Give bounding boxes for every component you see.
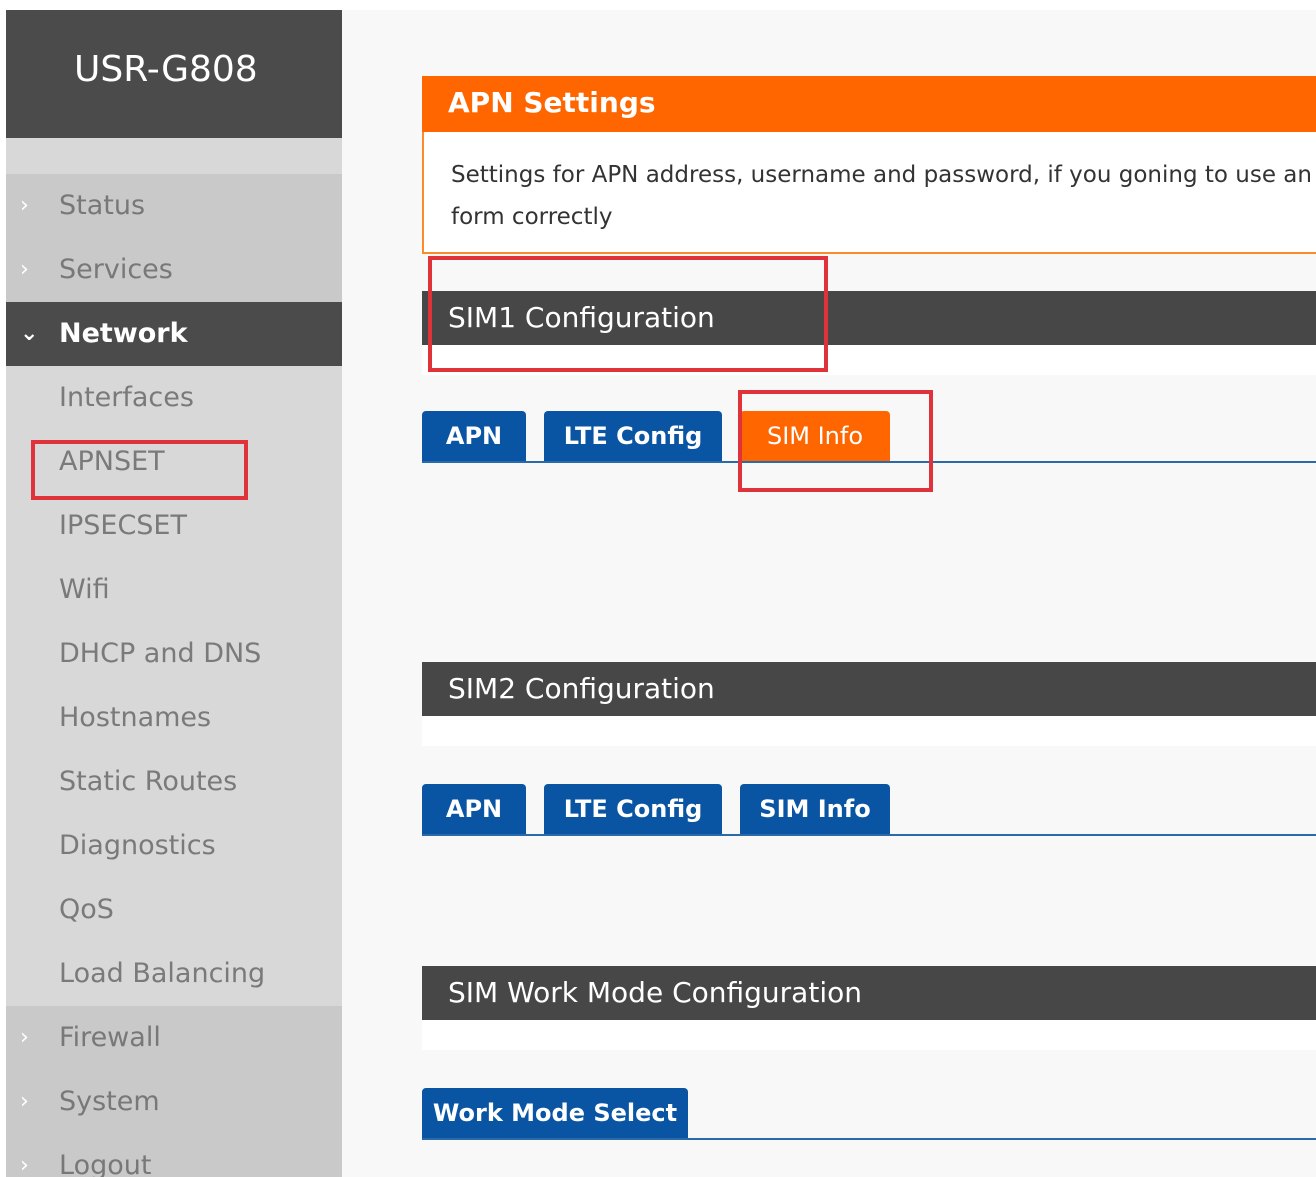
sim2-tab-sim-info[interactable]: SIM Info	[740, 784, 890, 834]
chevron-right-icon: ›	[20, 1025, 29, 1050]
sim1-tab-sim-info[interactable]: SIM Info	[740, 411, 890, 461]
nav-subitem-hostnames[interactable]: Hostnames	[6, 686, 342, 750]
workmode-tabs: Work Mode Select	[422, 1088, 1316, 1140]
sim1-section-title: SIM1 Configuration	[422, 291, 1316, 345]
chevron-right-icon: ›	[20, 193, 29, 218]
nav-item-network[interactable]: ⌄ Network	[6, 302, 342, 366]
chevron-right-icon: ›	[20, 1153, 29, 1177]
chevron-right-icon: ›	[20, 1089, 29, 1114]
nav-item-status[interactable]: › Status	[6, 174, 342, 238]
sim2-section-title: SIM2 Configuration	[422, 662, 1316, 716]
description-line-2: form correctly	[451, 204, 613, 230]
sim1-tabs: APN LTE Config SIM Info	[422, 411, 1316, 463]
workmode-section-title: SIM Work Mode Configuration	[422, 966, 1316, 1020]
nav-subitem-static-routes[interactable]: Static Routes	[6, 750, 342, 814]
nav-subitem-ipsecset[interactable]: IPSECSET	[6, 494, 342, 558]
nav-item-services[interactable]: › Services	[6, 238, 342, 302]
main-content: APN Settings Settings for APN address, u…	[342, 10, 1316, 1177]
chevron-down-icon: ⌄	[20, 321, 39, 346]
nav-item-firewall[interactable]: › Firewall	[6, 1006, 342, 1070]
apn-settings-description: Settings for APN address, username and p…	[422, 132, 1316, 254]
sim1-tab-apn[interactable]: APN	[422, 411, 526, 461]
nav-item-logout[interactable]: › Logout	[6, 1134, 342, 1177]
chevron-right-icon: ›	[20, 257, 29, 282]
nav-item-system[interactable]: › System	[6, 1070, 342, 1134]
brand-title: USR-G808	[6, 10, 342, 138]
nav-menu: › Status › Services ⌄ Network Interfaces AP…	[6, 174, 342, 1177]
nav-subitem-apnset[interactable]: APNSET	[6, 430, 342, 494]
nav-subitem-diagnostics[interactable]: Diagnostics	[6, 814, 342, 878]
sim2-section-spacer	[422, 716, 1316, 746]
nav-subitem-load-balancing[interactable]: Load Balancing	[6, 942, 342, 1006]
sidebar: USR-G808 › Status › Services ⌄ Network Inte…	[6, 10, 342, 1177]
nav-subitem-dhcp-dns[interactable]: DHCP and DNS	[6, 622, 342, 686]
description-line-1: Settings for APN address, username and p…	[451, 162, 1312, 188]
workmode-section-spacer	[422, 1020, 1316, 1050]
nav-subitem-wifi[interactable]: Wifi	[6, 558, 342, 622]
sim1-tab-lte-config[interactable]: LTE Config	[544, 411, 722, 461]
nav-subitem-qos[interactable]: QoS	[6, 878, 342, 942]
sim2-tabs: APN LTE Config SIM Info	[422, 784, 1316, 836]
apn-settings-title: APN Settings	[422, 76, 1316, 132]
sim1-section-spacer	[422, 345, 1316, 375]
sim2-tab-apn[interactable]: APN	[422, 784, 526, 834]
sim2-tab-lte-config[interactable]: LTE Config	[544, 784, 722, 834]
nav-subitem-interfaces[interactable]: Interfaces	[6, 366, 342, 430]
workmode-tab-select[interactable]: Work Mode Select	[422, 1088, 688, 1138]
